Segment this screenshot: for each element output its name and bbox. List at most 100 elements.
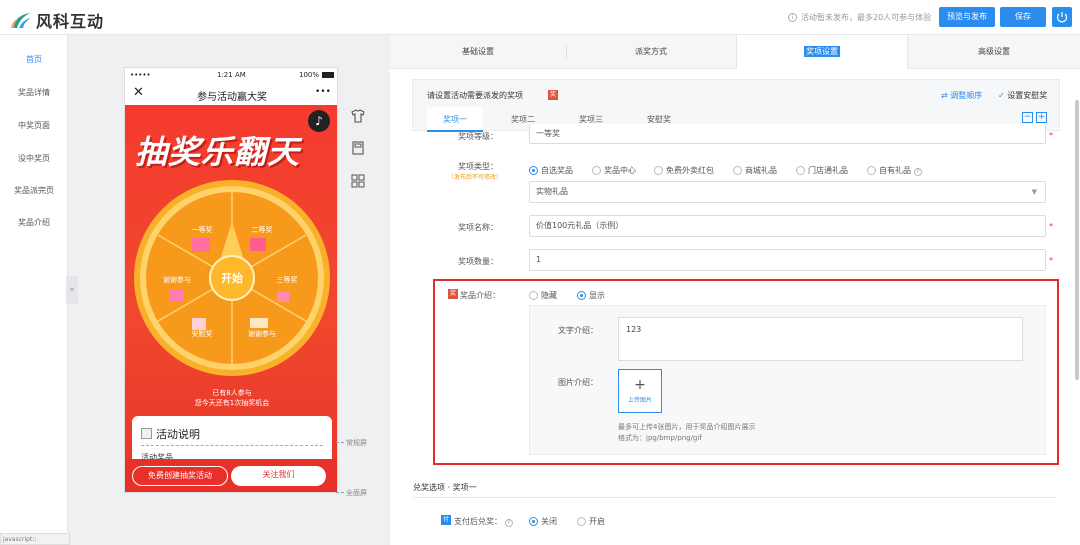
remove-icon[interactable]: −: [1022, 112, 1033, 123]
intro-hide-option[interactable]: 隐藏: [529, 290, 557, 301]
more-icon[interactable]: •••: [315, 87, 331, 97]
qty-input[interactable]: 1: [529, 249, 1046, 271]
upload-image-button[interactable]: + 上传图片: [618, 369, 662, 413]
pay-off-option[interactable]: 关闭: [529, 516, 557, 527]
name-input[interactable]: 价值100元礼品（示例）: [529, 215, 1046, 237]
sort-icon: ⇄: [941, 91, 948, 100]
intro-badge-icon: 奖: [448, 289, 458, 299]
nav-item-win-page[interactable]: 中奖页面: [0, 120, 68, 131]
theme-icon[interactable]: [349, 107, 367, 125]
phone-title-bar: ✕ 参与活动赢大奖 •••: [125, 83, 337, 105]
type-option-takeout[interactable]: 免费外卖红包: [654, 165, 714, 176]
sort-link[interactable]: ⇄ 调整顺序: [941, 90, 982, 101]
tab-advanced[interactable]: 高级设置: [908, 35, 1080, 69]
join-info: 已有8人参与 您今天还有1次抽奖机会: [125, 388, 337, 408]
top-bar: 风科互动 i 活动暂未发布，最多20人可参与体验 预览与发布 保存: [0, 0, 1080, 35]
type-option-store[interactable]: 门店通礼品: [796, 165, 848, 176]
scrollbar[interactable]: [1075, 100, 1079, 380]
lottery-wheel[interactable]: 开始 一等奖 二等奖 三等奖 谢谢参与 安慰奖 谢谢参与: [132, 178, 332, 378]
radio-selected: [577, 291, 586, 300]
radio-selected: [529, 517, 538, 526]
pay-on-option[interactable]: 开启: [577, 516, 605, 527]
consolation-label: 设置安慰奖: [1007, 91, 1048, 100]
check-icon: ✓: [998, 91, 1005, 100]
wheel-prize-label: 谢谢参与: [163, 275, 191, 284]
document-icon: [141, 428, 152, 439]
option-label: 关闭: [541, 517, 557, 526]
text-intro-textarea[interactable]: 123: [618, 317, 1023, 361]
phone-preview: ••••• 1:21 AM 100% ✕ 参与活动赢大奖 ••• ♪ 抽奖乐翻天…: [124, 67, 338, 493]
phone-page-title: 参与活动赢大奖: [197, 92, 267, 103]
radio: [577, 517, 586, 526]
brand-logo[interactable]: 风科互动: [10, 8, 104, 32]
add-icon[interactable]: +: [1036, 112, 1047, 123]
pay-redeem-text: 支付后兑奖：: [454, 517, 502, 526]
intro-label: 奖品介绍：: [460, 291, 500, 300]
power-button[interactable]: [1052, 7, 1072, 27]
logo-icon: [10, 11, 32, 29]
nav-item-prize-out-page[interactable]: 奖品派完页: [0, 185, 68, 196]
wheel-prize-label: 谢谢参与: [248, 329, 276, 338]
tab-prize-settings[interactable]: 奖项设置: [736, 35, 908, 69]
nav-item-home[interactable]: 首页: [0, 54, 68, 65]
pay-redeem-label: 支付后兑奖： ?: [454, 516, 513, 527]
phone-bottom-bar: 免费创建抽奖活动 关注我们: [125, 459, 337, 492]
nav-item-prize-detail[interactable]: 奖品详情: [0, 87, 68, 98]
settings-tabs: 基础设置 派奖方式 奖项设置 高级设置: [390, 35, 1080, 69]
lottery-hero: ♪ 抽奖乐翻天 开始 一等奖 二等奖 三等奖 谢谢参与 安慰奖 谢谢参与 已有8…: [125, 105, 337, 480]
type-note: （发布后不可修改）: [447, 174, 502, 181]
chance-text: 您今天还有1次抽奖机会: [194, 399, 270, 407]
level-input[interactable]: 一等奖: [529, 124, 1046, 144]
help-icon[interactable]: ?: [913, 168, 922, 176]
music-icon[interactable]: ♪: [308, 110, 330, 132]
gift-icon: 奖: [548, 90, 558, 100]
collapse-toggle[interactable]: «: [66, 276, 78, 304]
plus-icon: +: [634, 377, 646, 393]
option-label: 自选奖品: [541, 166, 573, 175]
option-label: 免费外卖红包: [666, 166, 714, 175]
tab-basic[interactable]: 基础设置: [390, 35, 566, 69]
full-screen-label: 全面屏: [346, 489, 367, 497]
type-option-own[interactable]: 自有礼品 ?: [867, 165, 922, 176]
pay-badge-icon: 付: [441, 515, 451, 525]
wheel-prize-label: 三等奖: [277, 275, 298, 284]
battery-text: 100%: [299, 71, 320, 79]
grid-icon[interactable]: [349, 172, 367, 190]
wheel-prize-label: 安慰奖: [192, 329, 213, 338]
tab-delivery[interactable]: 派奖方式: [566, 35, 736, 69]
save-button[interactable]: 保存: [1000, 7, 1046, 27]
help-icon[interactable]: ?: [504, 519, 513, 527]
page-icon[interactable]: [349, 139, 367, 157]
name-label: 奖项名称：: [458, 223, 498, 232]
left-nav: 首页 奖品详情 中奖页面 没中奖页 奖品派完页 奖品介绍: [0, 35, 68, 545]
create-activity-button[interactable]: 免费创建抽奖活动: [132, 466, 228, 486]
radio: [733, 166, 742, 175]
intro-show-option[interactable]: 显示: [577, 290, 605, 301]
type-label: 奖项类型：: [458, 162, 498, 171]
level-label: 奖项等级：: [458, 132, 498, 141]
power-icon: [1056, 12, 1068, 23]
follow-us-button[interactable]: 关注我们: [231, 466, 326, 486]
hero-title: 抽奖乐翻天: [135, 133, 301, 171]
radio-selected: [529, 166, 538, 175]
chevron-down-icon: ▼: [1031, 188, 1037, 196]
phone-status-bar: ••••• 1:21 AM 100%: [125, 68, 337, 83]
notice-text: 活动暂未发布，最多20人可参与体验: [801, 13, 932, 22]
nav-item-lose-page[interactable]: 没中奖页: [0, 153, 68, 164]
normal-screen-label: 常规屏: [346, 439, 367, 447]
option-label: 隐藏: [541, 291, 557, 300]
nav-item-prize-intro[interactable]: 奖品介绍: [0, 217, 68, 228]
required-mark: *: [1049, 222, 1053, 231]
radio: [654, 166, 663, 175]
divider: [413, 497, 1057, 498]
type-option-custom[interactable]: 自选奖品: [529, 165, 573, 176]
preview-publish-button[interactable]: 预览与发布: [939, 7, 995, 27]
wheel-start-text[interactable]: 开始: [221, 271, 243, 285]
type-option-center[interactable]: 奖品中心: [592, 165, 636, 176]
type-select[interactable]: 实物礼品 ▼: [529, 181, 1046, 203]
qty-label: 奖项数量：: [458, 257, 498, 266]
consolation-toggle[interactable]: ✓ 设置安慰奖: [998, 90, 1047, 101]
subtab-prize-1[interactable]: 奖项一: [427, 107, 483, 132]
upload-hint: 最多可上传4张图片，用于奖品介绍图片展示: [618, 423, 756, 431]
type-option-mall[interactable]: 商城礼品: [733, 165, 777, 176]
